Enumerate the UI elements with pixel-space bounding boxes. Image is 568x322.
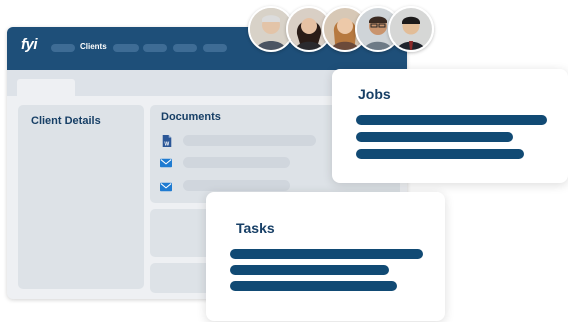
- job-item-bar[interactable]: [356, 132, 513, 142]
- word-doc-icon: W: [162, 135, 172, 147]
- nav-item-placeholder[interactable]: [113, 44, 139, 52]
- task-item-bar[interactable]: [230, 265, 389, 275]
- document-item-bar[interactable]: [183, 180, 290, 191]
- task-item-bar[interactable]: [230, 281, 397, 291]
- tasks-card: Tasks: [206, 192, 445, 321]
- jobs-card: Jobs: [332, 69, 568, 183]
- jobs-title: Jobs: [358, 86, 391, 102]
- documents-title: Documents: [161, 111, 221, 123]
- mail-icon: [160, 158, 172, 168]
- document-item-bar[interactable]: [183, 135, 316, 146]
- mail-icon: [160, 182, 172, 192]
- nav-item-placeholder[interactable]: [173, 44, 197, 52]
- sub-tab-active[interactable]: [17, 79, 75, 96]
- job-item-bar[interactable]: [356, 149, 524, 159]
- nav-item-placeholder[interactable]: [203, 44, 227, 52]
- task-item-bar[interactable]: [230, 249, 423, 259]
- nav-item-clients[interactable]: Clients: [80, 42, 107, 51]
- nav-item-placeholder[interactable]: [51, 44, 75, 52]
- avatar[interactable]: [388, 6, 434, 52]
- job-item-bar[interactable]: [356, 115, 547, 125]
- svg-text:W: W: [164, 141, 169, 147]
- nav-item-placeholder[interactable]: [143, 44, 167, 52]
- person-icon: [390, 8, 432, 50]
- document-item-bar[interactable]: [183, 157, 290, 168]
- client-details-title: Client Details: [31, 115, 101, 127]
- tasks-title: Tasks: [236, 220, 275, 236]
- stage: fyi Clients Client Details Documents W J…: [0, 0, 568, 322]
- client-details-panel: Client Details: [18, 105, 144, 289]
- fyi-logo: fyi: [21, 36, 38, 53]
